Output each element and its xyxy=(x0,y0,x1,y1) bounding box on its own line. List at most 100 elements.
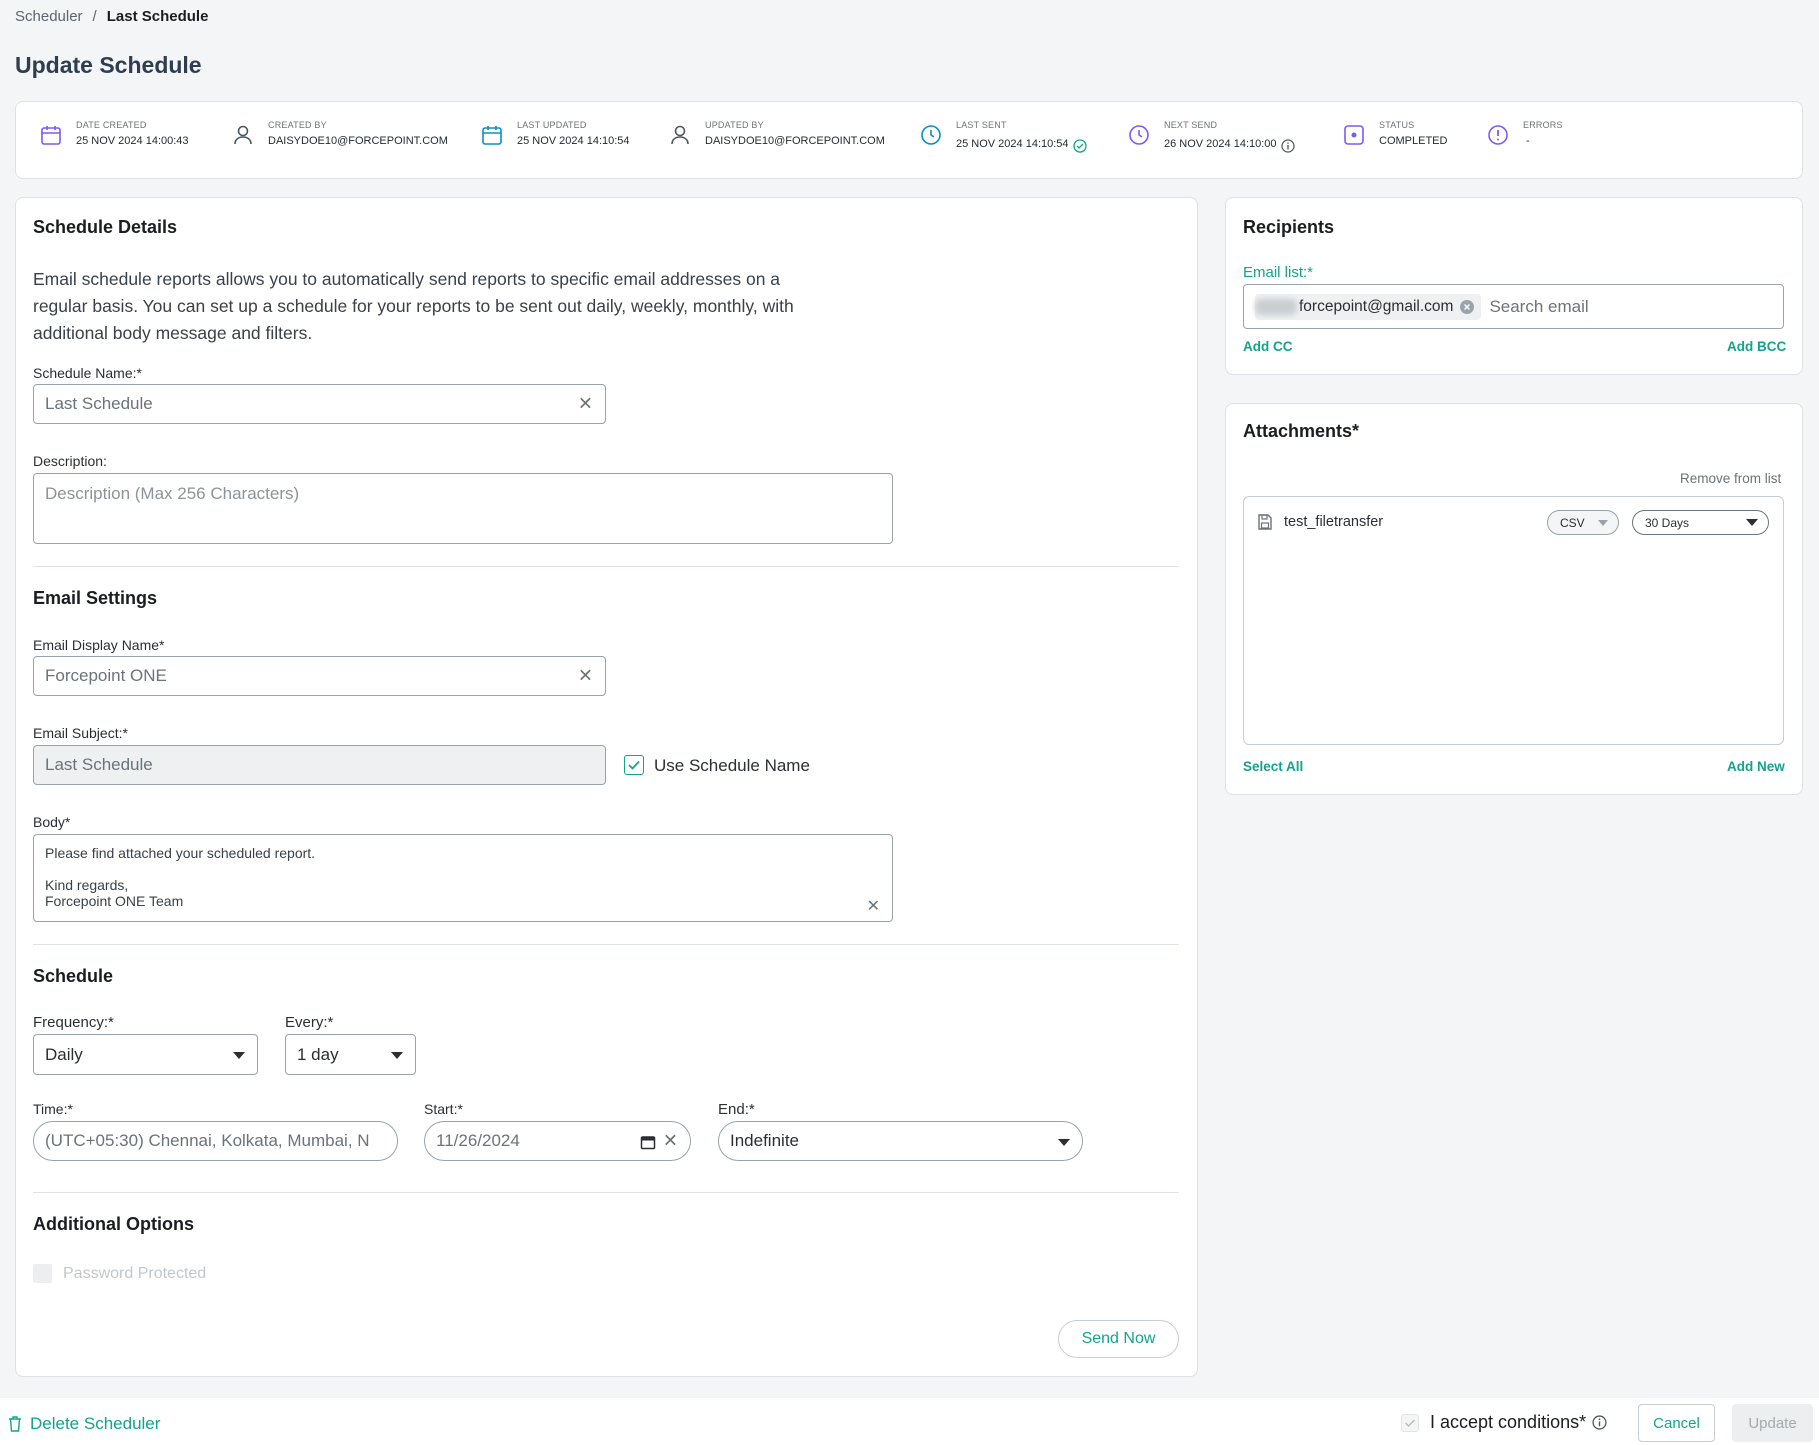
time-label: Time:* xyxy=(33,1101,73,1117)
caret-down-icon xyxy=(391,1052,403,1059)
checkmark-icon xyxy=(628,760,640,770)
meta-value: 25 NOV 2024 14:00:43 xyxy=(76,135,189,147)
use-schedule-name-label: Use Schedule Name xyxy=(654,756,810,775)
checkmark-icon xyxy=(1404,1419,1416,1428)
caret-down-icon xyxy=(1058,1139,1070,1146)
save-icon xyxy=(1258,514,1272,530)
info-icon[interactable] xyxy=(1592,1415,1607,1430)
meta-created-by: CREATED BY DAISYDOE10@FORCEPOINT.COM xyxy=(232,120,448,147)
attachment-name: test_filetransfer xyxy=(1284,514,1384,530)
every-label: Every:* xyxy=(285,1014,334,1031)
email-list-label: Email list:* xyxy=(1243,264,1314,281)
user-icon xyxy=(234,125,252,145)
add-bcc-link[interactable]: Add BCC xyxy=(1727,339,1786,354)
meta-status: STATUS COMPLETED xyxy=(1343,120,1447,147)
meta-updated-by: UPDATED BY DAISYDOE10@FORCEPOINT.COM xyxy=(669,120,885,147)
clear-icon[interactable]: ✕ xyxy=(578,394,593,415)
page-title: Update Schedule xyxy=(15,52,202,78)
meta-value: 25 NOV 2024 14:10:54 xyxy=(517,135,630,147)
meta-caption: CREATED BY xyxy=(268,120,327,130)
remove-chip-icon[interactable] xyxy=(1459,299,1475,315)
trash-icon xyxy=(9,1416,21,1432)
email-subject-input[interactable]: Last Schedule xyxy=(33,745,606,785)
attachments-title: Attachments* xyxy=(1243,421,1360,441)
info-icon[interactable] xyxy=(1280,139,1295,153)
divider xyxy=(33,1192,1179,1193)
alert-icon xyxy=(1488,125,1508,145)
breadcrumb-parent-link[interactable]: Scheduler xyxy=(15,8,83,25)
schedule-details-title: Schedule Details xyxy=(33,217,178,237)
use-schedule-name-checkbox[interactable] xyxy=(624,755,644,775)
email-chip[interactable]: forcepoint@gmail.com xyxy=(1255,293,1482,320)
meta-date-created: DATE CREATED 25 NOV 2024 14:00:43 xyxy=(40,120,189,147)
body-label: Body* xyxy=(33,814,71,830)
select-all-link[interactable]: Select All xyxy=(1243,759,1303,774)
status-icon xyxy=(1344,125,1364,145)
body-textarea[interactable]: Please find attached your scheduled repo… xyxy=(33,834,893,922)
check-circle-icon xyxy=(1072,139,1087,153)
caret-down-icon xyxy=(1598,520,1608,526)
additional-options-title: Additional Options xyxy=(33,1214,194,1234)
breadcrumb-current: Last Schedule xyxy=(106,8,209,25)
add-cc-link[interactable]: Add CC xyxy=(1243,339,1293,354)
meta-last-updated: LAST UPDATED 25 NOV 2024 14:10:54 xyxy=(481,120,630,147)
meta-value: DAISYDOE10@FORCEPOINT.COM xyxy=(705,135,885,147)
add-new-link[interactable]: Add New xyxy=(1727,759,1785,774)
password-protected-checkbox[interactable] xyxy=(33,1264,52,1283)
email-subject-label: Email Subject:* xyxy=(33,725,128,741)
cancel-button[interactable]: Cancel xyxy=(1638,1404,1715,1442)
delete-scheduler-button[interactable]: Delete Scheduler xyxy=(8,1414,160,1434)
start-label: Start:* xyxy=(424,1101,463,1117)
schedule-name-label: Schedule Name:* xyxy=(33,365,142,381)
every-select[interactable]: 1 day xyxy=(285,1034,416,1075)
meta-value: - xyxy=(1526,135,1530,147)
remove-from-list-link[interactable]: Remove from list xyxy=(1680,471,1781,486)
divider xyxy=(33,566,1179,567)
schedule-form-card xyxy=(15,197,1198,1377)
start-date-input[interactable]: 11/26/2024 ✕ xyxy=(424,1121,691,1161)
end-select[interactable]: Indefinite xyxy=(718,1121,1083,1161)
send-now-button[interactable]: Send Now xyxy=(1058,1320,1179,1358)
schedule-intro: Email schedule reports allows you to aut… xyxy=(33,269,794,343)
calendar-icon xyxy=(41,126,61,145)
meta-value: 26 NOV 2024 14:10:00 xyxy=(1164,138,1277,150)
calendar-icon xyxy=(482,126,502,145)
recipients-title: Recipients xyxy=(1243,217,1335,237)
end-label: End:* xyxy=(718,1101,755,1118)
format-select[interactable]: CSV xyxy=(1547,510,1619,535)
frequency-label: Frequency:* xyxy=(33,1014,114,1031)
schedule-title: Schedule xyxy=(33,966,114,986)
meta-caption: UPDATED BY xyxy=(705,120,764,130)
accept-conditions-checkbox[interactable] xyxy=(1401,1414,1419,1432)
update-button[interactable]: Update xyxy=(1732,1404,1813,1442)
meta-caption: LAST UPDATED xyxy=(517,120,587,130)
email-display-name-input[interactable]: Forcepoint ONE ✕ xyxy=(33,656,606,696)
description-label: Description: xyxy=(33,453,107,469)
meta-errors: ERRORS - xyxy=(1487,120,1563,147)
meta-value: COMPLETED xyxy=(1379,135,1448,147)
time-input[interactable]: (UTC+05:30) Chennai, Kolkata, Mumbai, N xyxy=(33,1121,398,1161)
clear-icon[interactable]: ✕ xyxy=(578,666,593,687)
search-email-placeholder: Search email xyxy=(1489,296,1589,316)
accept-conditions-label: I accept conditions* xyxy=(1430,1412,1607,1433)
meta-caption: STATUS xyxy=(1379,120,1415,130)
blurred-username xyxy=(1255,298,1297,315)
schedule-name-input[interactable]: Last Schedule ✕ xyxy=(33,384,606,424)
meta-caption: NEXT SEND xyxy=(1164,120,1218,130)
meta-caption: LAST SENT xyxy=(956,120,1007,130)
breadcrumb-separator: / xyxy=(92,8,97,25)
meta-value: 25 NOV 2024 14:10:54 xyxy=(956,138,1069,150)
calendar-picker-icon[interactable] xyxy=(640,1134,656,1150)
email-list-input[interactable]: forcepoint@gmail.com Search email xyxy=(1243,284,1784,329)
frequency-select[interactable]: Daily xyxy=(33,1034,258,1075)
email-display-name-label: Email Display Name* xyxy=(33,637,165,653)
password-protected-label: Password Protected xyxy=(63,1265,207,1282)
meta-next-send: NEXT SEND 26 NOV 2024 14:10:00 xyxy=(1128,120,1309,153)
clear-icon[interactable]: ✕ xyxy=(867,899,880,915)
clock-icon xyxy=(1129,125,1149,145)
description-textarea[interactable]: Description (Max 256 Characters) xyxy=(33,473,893,544)
range-select[interactable]: 30 Days xyxy=(1632,510,1769,535)
caret-down-icon xyxy=(233,1052,245,1059)
caret-down-icon xyxy=(1746,519,1758,526)
clear-icon[interactable]: ✕ xyxy=(663,1131,678,1152)
